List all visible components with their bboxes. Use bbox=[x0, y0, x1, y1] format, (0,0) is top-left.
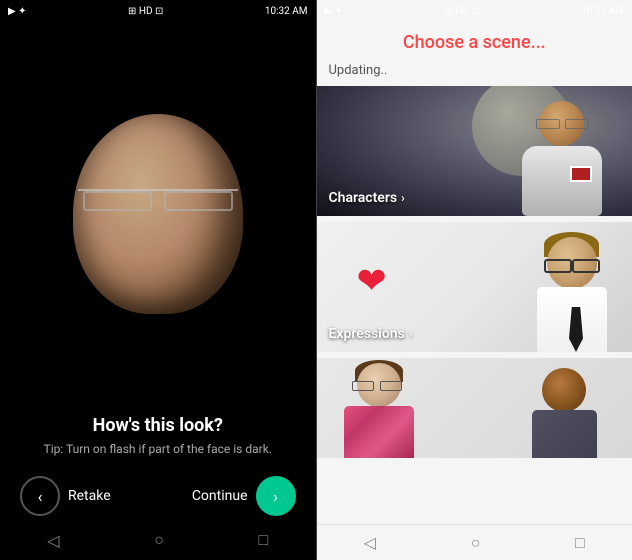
left-bottom-bar: ‹ Retake Continue › bbox=[0, 461, 316, 524]
home-nav-right[interactable]: ○ bbox=[471, 533, 481, 553]
continue-circle-icon[interactable]: › bbox=[256, 476, 296, 516]
back-nav-right[interactable]: ◁ bbox=[364, 533, 376, 552]
3d-face-model bbox=[58, 104, 258, 344]
updating-text: Updating.. bbox=[317, 61, 632, 86]
status-bar-left: ▶ ✦ ⊞ HD ⊡ 10:32 AM bbox=[0, 0, 316, 22]
continue-label: Continue bbox=[192, 488, 248, 504]
pr-shirt bbox=[532, 410, 597, 458]
nav-bar-right: ◁ ○ □ bbox=[317, 524, 632, 560]
status-center-icons-left: ⊞ HD ⊡ bbox=[128, 6, 163, 17]
pl-shirt bbox=[344, 406, 414, 458]
home-nav-left[interactable]: ○ bbox=[154, 530, 164, 550]
expression-figure bbox=[527, 237, 617, 352]
status-bar-right: ▶ ✦ ⊞ HD ⊡ 10:33 AM bbox=[317, 0, 632, 22]
left-panel: ▶ ✦ ⊞ HD ⊡ 10:32 AM How's this look? Tip… bbox=[0, 0, 316, 560]
pl-glasses bbox=[351, 381, 403, 391]
astronaut-glasses bbox=[534, 119, 589, 129]
suit-badge bbox=[570, 166, 592, 182]
heart-icon: ❤ bbox=[357, 260, 387, 302]
face-preview bbox=[0, 22, 316, 405]
recent-nav-right[interactable]: □ bbox=[575, 533, 585, 553]
face-shape bbox=[73, 114, 243, 314]
person-right-figure bbox=[527, 368, 602, 458]
expressions-card[interactable]: ❤ Expressions › bbox=[317, 222, 632, 352]
status-right-icons: ▶ ✦ bbox=[325, 6, 344, 17]
characters-label: Characters › bbox=[329, 190, 405, 206]
scene-cards-list: Characters › ❤ Expressions › bbox=[317, 86, 632, 524]
characters-card[interactable]: Characters › bbox=[317, 86, 632, 216]
retake-button[interactable]: ‹ Retake bbox=[20, 476, 111, 516]
back-nav-left[interactable]: ◁ bbox=[47, 531, 59, 550]
recent-nav-left[interactable]: □ bbox=[259, 530, 269, 550]
expressions-label: Expressions › bbox=[329, 326, 413, 342]
astronaut-suit bbox=[522, 146, 602, 216]
status-left-icons: ▶ ✦ bbox=[8, 6, 27, 17]
expr-tie bbox=[569, 307, 583, 352]
how-title: How's this look? bbox=[44, 415, 272, 436]
astronaut-figure bbox=[512, 101, 612, 216]
person-left-figure bbox=[337, 363, 422, 458]
expressions-chevron: › bbox=[409, 327, 413, 341]
choose-scene-title: Choose a scene... bbox=[317, 22, 632, 61]
status-time-right: 10:33 AM bbox=[581, 6, 624, 17]
face-glasses bbox=[78, 189, 238, 209]
expr-body bbox=[537, 287, 607, 352]
how-this-look-section: How's this look? Tip: Turn on flash if p… bbox=[24, 405, 292, 461]
how-tip: Tip: Turn on flash if part of the face i… bbox=[44, 442, 272, 456]
bottom-card[interactable] bbox=[317, 358, 632, 458]
retake-label: Retake bbox=[68, 488, 111, 504]
retake-circle-icon[interactable]: ‹ bbox=[20, 476, 60, 516]
status-time-left: 10:32 AM bbox=[265, 6, 308, 17]
continue-button[interactable]: Continue › bbox=[192, 476, 296, 516]
expr-glasses bbox=[542, 259, 602, 271]
characters-chevron: › bbox=[401, 191, 405, 205]
right-panel: ▶ ✦ ⊞ HD ⊡ 10:33 AM Choose a scene... Up… bbox=[317, 0, 632, 560]
nav-bar-left: ◁ ○ □ bbox=[0, 524, 316, 560]
status-center-icons-right: ⊞ HD ⊡ bbox=[445, 6, 480, 17]
pr-head bbox=[542, 368, 586, 412]
